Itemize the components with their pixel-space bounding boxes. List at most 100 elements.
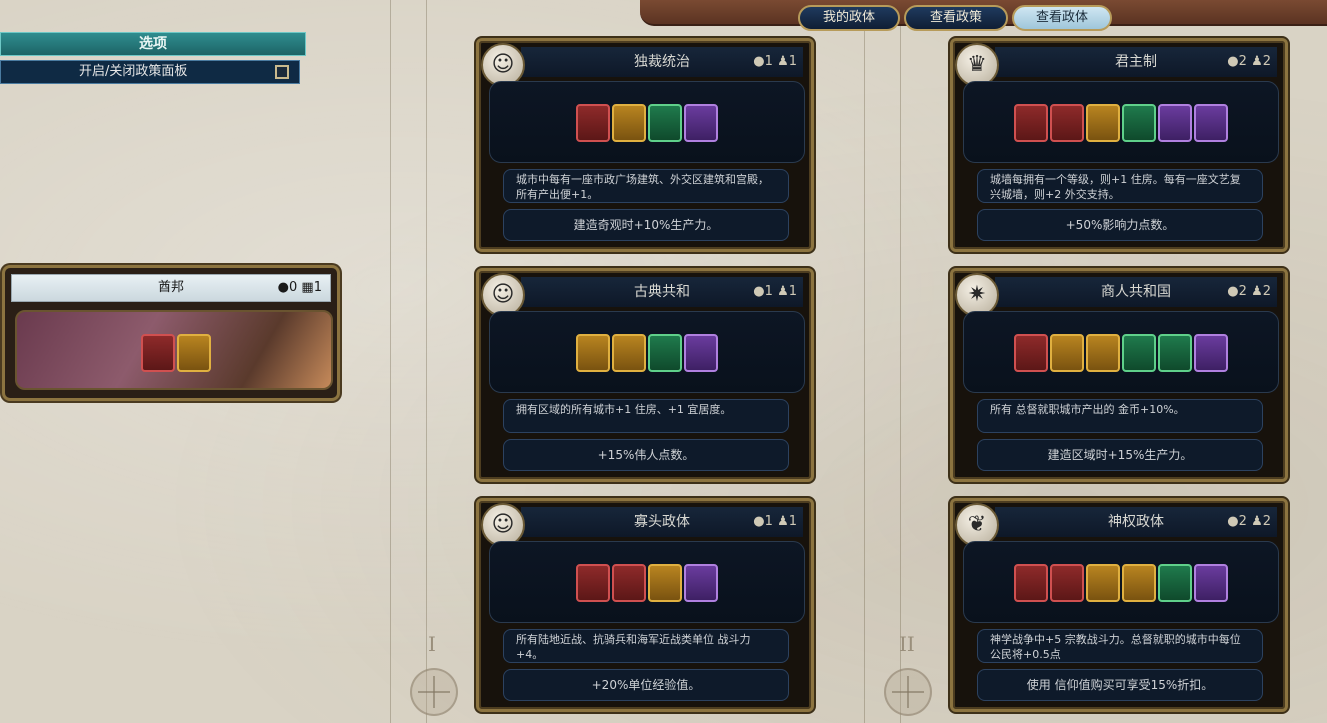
government-bonus: 使用 信仰值购买可享受15%折扣。 (977, 669, 1263, 701)
policy-slots (964, 564, 1278, 602)
current-government-image (15, 310, 333, 390)
government-card[interactable]: 君主制 ●2 ♟2 ♛ 城墙每拥有一个等级，则+1 住房。每有一座文艺复兴城墙，… (950, 38, 1288, 252)
government-card[interactable]: 寡头政体 ●1 ♟1 ☺ 所有陆地近战、抗骑兵和海军近战类单位 战斗力+4。 +… (476, 498, 814, 712)
toggle-policy-panel-label: 开启/关闭政策面板 (79, 64, 188, 79)
column-numeral: I (428, 632, 436, 656)
government-stats: ●2 ♟2 (1227, 54, 1271, 69)
tab-view-policies[interactable]: 查看政策 (904, 5, 1008, 31)
economic-slot-icon (1122, 564, 1156, 602)
policy-slots-area (963, 541, 1279, 623)
wildcard-slot-icon (684, 104, 718, 142)
diplomatic-slot-icon (1158, 334, 1192, 372)
economic-slot-icon (1086, 334, 1120, 372)
policy-slots (964, 334, 1278, 372)
column-numeral: II (899, 632, 915, 656)
current-government-slots (141, 334, 211, 372)
government-card-header: 独裁统治 ●1 ♟1 (521, 47, 803, 77)
options-panel: 选项 开启/关闭政策面板 (0, 32, 306, 90)
military-slot-icon (612, 564, 646, 602)
citizen-icon: ♟ (777, 284, 789, 299)
economic-slot-icon (1050, 334, 1084, 372)
policy-slots (490, 104, 804, 142)
current-government-stats: ●0 ▦1 (277, 280, 322, 295)
diplomatic-favor-icon: ● (277, 280, 289, 295)
wildcard-slot-icon (1194, 104, 1228, 142)
government-name: 寡头政体 (634, 514, 690, 530)
tab-view-governments[interactable]: 查看政体 (1012, 5, 1112, 31)
government-card[interactable]: 神权政体 ●2 ♟2 ❦ 神学战争中+5 宗教战斗力。总督就职的城市中每位 公民… (950, 498, 1288, 712)
military-slot-icon (576, 104, 610, 142)
options-title: 选项 (0, 32, 306, 56)
toggle-policy-panel-checkbox[interactable] (275, 65, 289, 79)
government-name: 商人共和国 (1101, 284, 1171, 300)
military-slot-icon (1014, 334, 1048, 372)
wildcard-slot-icon (1194, 334, 1228, 372)
policy-slots (490, 334, 804, 372)
citizen-icon: ♟ (1251, 514, 1263, 529)
diplomatic-slot-icon (1122, 334, 1156, 372)
military-slot-icon (1014, 564, 1048, 602)
citizen-icon: ♟ (1251, 54, 1263, 69)
government-card[interactable]: 独裁统治 ●1 ♟1 ☺ 城市中每有一座市政广场建筑、外交区建筑和宫殿，所有产出… (476, 38, 814, 252)
government-bonus: 建造奇观时+10%生产力。 (503, 209, 789, 241)
policy-slots (490, 564, 804, 602)
toggle-policy-panel-row[interactable]: 开启/关闭政策面板 (0, 60, 300, 84)
wildcard-slot-icon (684, 334, 718, 372)
government-stats: ●1 ♟1 (753, 514, 797, 529)
government-description: 城市中每有一座市政广场建筑、外交区建筑和宫殿，所有产出便+1。 (503, 169, 789, 203)
current-government-card[interactable]: 酋邦 ●0 ▦1 (2, 265, 340, 401)
government-description: 城墙每拥有一个等级，则+1 住房。每有一座文艺复兴城墙，则+2 外交支持。 (977, 169, 1263, 203)
military-slot-icon (1050, 564, 1084, 602)
economic-slot-icon (612, 104, 646, 142)
citizen-icon: ♟ (777, 54, 789, 69)
economic-slot-icon (576, 334, 610, 372)
military-slot-icon (141, 334, 175, 372)
compass-icon (410, 668, 458, 716)
slot-count-icon: ▦ (301, 280, 314, 295)
citizen-icon: ♟ (1251, 284, 1263, 299)
government-name: 君主制 (1115, 54, 1157, 70)
diplomatic-favor-icon: ● (1227, 514, 1239, 529)
economic-slot-icon (612, 334, 646, 372)
policy-slots-area (963, 311, 1279, 393)
government-description: 拥有区域的所有城市+1 住房、+1 宜居度。 (503, 399, 789, 433)
diplomatic-favor-icon: ● (753, 514, 765, 529)
government-stats: ●2 ♟2 (1227, 514, 1271, 529)
tab-bar: 我的政体 查看政策 查看政体 (640, 0, 1327, 31)
column-divider (390, 0, 391, 723)
wildcard-slot-icon (1158, 104, 1192, 142)
government-bonus: +50%影响力点数。 (977, 209, 1263, 241)
government-name: 独裁统治 (634, 54, 690, 70)
government-card[interactable]: 古典共和 ●1 ♟1 ☺ 拥有区域的所有城市+1 住房、+1 宜居度。 +15%… (476, 268, 814, 482)
government-name: 神权政体 (1108, 514, 1164, 530)
military-slot-icon (576, 564, 610, 602)
column-divider (426, 0, 427, 723)
citizen-icon: ♟ (777, 514, 789, 529)
government-card-header: 神权政体 ●2 ♟2 (995, 507, 1277, 537)
government-card-header: 寡头政体 ●1 ♟1 (521, 507, 803, 537)
economic-slot-icon (1086, 564, 1120, 602)
wildcard-slot-icon (684, 564, 718, 602)
diplomatic-slot-icon (1158, 564, 1192, 602)
current-government-name: 酋邦 (157, 280, 184, 295)
policy-slots-area (963, 81, 1279, 163)
policy-slots (964, 104, 1278, 142)
diplomatic-slot-icon (648, 104, 682, 142)
government-bonus: +20%单位经验值。 (503, 669, 789, 701)
government-card[interactable]: 商人共和国 ●2 ♟2 ✷ 所有 总督就职城市产出的 金币+10%。 建造区域时… (950, 268, 1288, 482)
policy-slots-area (489, 81, 805, 163)
diplomatic-favor-icon: ● (1227, 54, 1239, 69)
column-divider (864, 0, 865, 723)
government-bonus: +15%伟人点数。 (503, 439, 789, 471)
government-bonus: 建造区域时+15%生产力。 (977, 439, 1263, 471)
government-description: 所有陆地近战、抗骑兵和海军近战类单位 战斗力+4。 (503, 629, 789, 663)
current-government-header: 酋邦 ●0 ▦1 (11, 274, 331, 302)
policy-slots-area (489, 311, 805, 393)
government-stats: ●1 ♟1 (753, 284, 797, 299)
diplomatic-favor-icon: ● (753, 284, 765, 299)
policy-slots-area (489, 541, 805, 623)
compass-icon (884, 668, 932, 716)
tab-my-government[interactable]: 我的政体 (798, 5, 900, 31)
diplomatic-favor-icon: ● (1227, 284, 1239, 299)
economic-slot-icon (177, 334, 211, 372)
